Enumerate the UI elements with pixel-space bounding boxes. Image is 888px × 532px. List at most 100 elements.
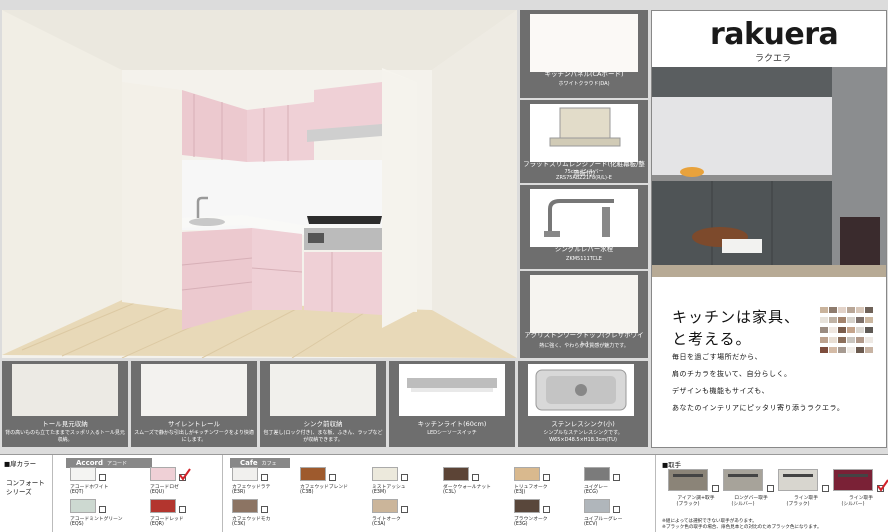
color-swatch-tile — [838, 337, 846, 343]
checkbox-icon[interactable] — [261, 506, 268, 513]
swatch-color-chip — [232, 499, 258, 513]
handle-image — [723, 469, 763, 491]
headline-line-2: と考える。 — [672, 330, 752, 348]
divider — [655, 455, 656, 532]
page: キッチンパネル(CAボード) ホワイトクラウド(DA) フラットスリムレンジフー… — [0, 0, 888, 532]
feature-tall-storage: トール見元収納 背の高いものも立てたままでスッポリ入るトール見元収納。 — [2, 361, 128, 447]
options-panel: ■扉カラー コンフォート シリーズ Accord アコード Cafe カフェ アコー… — [0, 454, 888, 532]
swatch-name: ダークウォールナット — [443, 485, 491, 490]
body-line-3: デザインも機能もサイズも、 — [672, 387, 770, 395]
stainless-sink-image — [528, 364, 634, 416]
handle-image — [833, 469, 873, 491]
swatch-code: (EQR) — [150, 522, 164, 527]
checkbox-icon[interactable] — [613, 474, 620, 481]
rakuera-logo: rakuera — [710, 17, 839, 52]
swatch-name: ユイグレー — [584, 485, 608, 490]
swatch-color-chip — [443, 467, 469, 481]
swatch-name: ブラウンオーク — [514, 517, 548, 522]
checked-checkbox-icon[interactable] — [179, 468, 191, 481]
spec-code: ホワイトクラウド(DA) — [558, 81, 610, 87]
checkbox-icon[interactable] — [767, 485, 774, 492]
accord-name: Accord — [76, 459, 103, 467]
swatch-code: (EQT) — [70, 490, 84, 495]
color-swatch-tile — [856, 317, 864, 323]
swatch-color-chip — [150, 467, 176, 481]
feature-title: ステンレスシンク(小) — [551, 420, 615, 428]
checked-checkbox-icon[interactable] — [877, 479, 888, 492]
swatch-name: ライトオーク — [372, 517, 401, 522]
handle-code: (シルバー) — [731, 502, 755, 507]
swatch-color-chip — [300, 467, 326, 481]
swatch-code: (E3R) — [232, 490, 246, 495]
spec-faucet: シングルレバー水栓 ZKM5111TCLE — [520, 185, 648, 269]
handle-code: (シルバー) — [841, 502, 865, 507]
swatch-color-chip — [70, 467, 96, 481]
checkbox-icon[interactable] — [179, 506, 186, 513]
swatch-name: ユイブルーグレー — [584, 517, 623, 522]
color-swatch-tile — [856, 327, 864, 333]
faucet-image — [530, 189, 638, 247]
swatch-color-chip — [584, 499, 610, 513]
swatch-code: (C3L) — [443, 490, 456, 495]
checkbox-icon[interactable] — [329, 474, 336, 481]
checkbox-icon[interactable] — [543, 506, 550, 513]
checkbox-icon[interactable] — [99, 474, 106, 481]
swatch-code: (EQU) — [150, 490, 165, 495]
feature-sink-storage: シンク前収納 包丁差し(ロック付き)、まな板、ふきん、ラップなどが収納できます。 — [260, 361, 386, 447]
checkbox-icon[interactable] — [401, 474, 408, 481]
swatch-code: (E3G) — [514, 522, 528, 527]
color-swatch-tile — [829, 337, 837, 343]
swatch-color-chip — [70, 499, 96, 513]
silent-rail-image — [141, 364, 247, 416]
headline-line-1: キッチンは家具、 — [672, 308, 801, 326]
color-swatch-tile — [865, 307, 873, 313]
lifestyle-photo — [652, 67, 886, 277]
door-color-label: ■扉カラー — [4, 460, 37, 468]
checkbox-icon[interactable] — [712, 485, 719, 492]
swatch-name: カフェウッドラテ — [232, 485, 271, 490]
feature-silent-rail: サイレントレール スムーズで静かな引出しがキッチンワークをより快適にします。 — [131, 361, 257, 447]
feature-desc: スムーズで静かな引出しがキッチンワークをより快適にします。 — [134, 430, 254, 443]
range-hood-image — [530, 104, 638, 162]
divider — [222, 455, 223, 532]
light-bar-icon — [407, 378, 497, 392]
swatch-code: (C3B) — [300, 490, 314, 495]
color-swatch-tile — [847, 337, 855, 343]
feature-desc: 背の高いものも立てたままでスッポリ入るトール見元収納。 — [5, 430, 125, 443]
swatch-color-chip — [372, 467, 398, 481]
color-swatch-tile — [829, 317, 837, 323]
handle-code: (ブラック) — [676, 502, 700, 507]
swatch-code: (ECV) — [584, 522, 598, 527]
color-swatch-tile — [829, 307, 837, 313]
checkbox-icon[interactable] — [822, 485, 829, 492]
accord-kana: アコード — [107, 461, 128, 467]
swatch-name: カフェウッドモカ — [232, 517, 271, 522]
checkbox-icon[interactable] — [99, 506, 106, 513]
body-line-4: あなたのインテリアにピッタリ寄り添うラクエラ。 — [672, 404, 845, 412]
body-line-2: 肩のチカラを抜いて、自分らしく。 — [672, 370, 792, 378]
checkbox-icon[interactable] — [543, 474, 550, 481]
handle-bar-icon — [783, 474, 813, 477]
kitchen-render — [2, 10, 517, 358]
swatch-color-chip — [372, 499, 398, 513]
handle-code: (ブラック) — [786, 502, 810, 507]
checkbox-icon[interactable] — [401, 506, 408, 513]
swatch-code: (ECG) — [584, 490, 598, 495]
tall-storage-image — [12, 364, 118, 416]
swatch-name: アコードホワイト — [70, 485, 109, 490]
color-swatch-tile — [856, 337, 864, 343]
sink-icon — [535, 369, 627, 411]
faucet-icon — [544, 199, 614, 237]
color-swatch-tile — [865, 317, 873, 323]
color-swatch-tile — [838, 307, 846, 313]
feature-title: トール見元収納 — [42, 420, 88, 428]
color-swatch-tile — [838, 317, 846, 323]
feature-title: サイレントレール — [168, 420, 220, 428]
swatch-color-chip — [232, 467, 258, 481]
checkbox-icon[interactable] — [613, 506, 620, 513]
checkbox-icon[interactable] — [261, 474, 268, 481]
checkbox-icon[interactable] — [472, 474, 479, 481]
color-swatch-tile — [820, 307, 828, 313]
color-swatch-tile — [838, 347, 846, 353]
spec-desc: 熱に強く、やわらかな質感が魅力です。 — [539, 343, 629, 349]
